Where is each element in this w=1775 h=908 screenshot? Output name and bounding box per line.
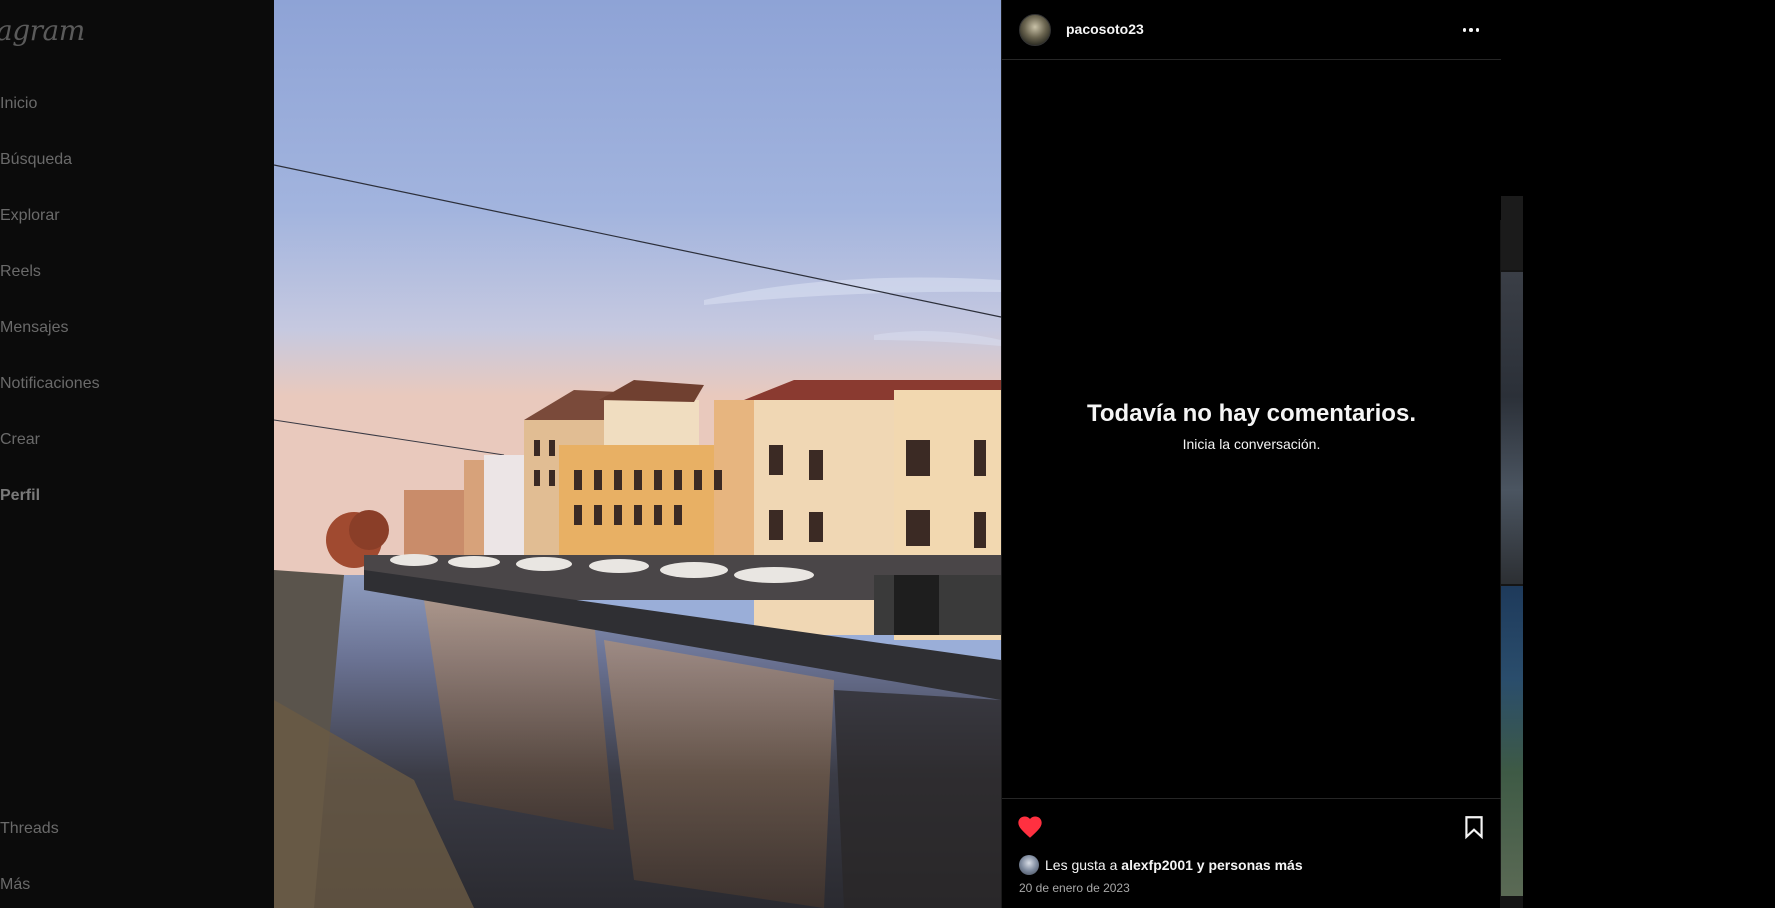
- likes-prefix: Les gusta a: [1045, 857, 1122, 873]
- more-options-button[interactable]: [1457, 16, 1485, 44]
- post-date[interactable]: 20 de enero de 2023: [1019, 881, 1130, 895]
- post-header: pacosoto23: [1002, 0, 1501, 60]
- sidebar: agram Inicio Búsqueda Explorar Reels Men…: [0, 0, 274, 908]
- heart-filled-icon[interactable]: [1016, 813, 1044, 841]
- empty-comments-title: Todavía no hay comentarios.: [1087, 400, 1416, 427]
- sidebar-item-explore[interactable]: Explorar: [0, 207, 60, 225]
- background-thumbnail[interactable]: [1501, 586, 1523, 896]
- likes-others[interactable]: y personas más: [1193, 857, 1303, 873]
- liker-username[interactable]: alexfp2001: [1121, 857, 1193, 873]
- sidebar-item-search[interactable]: Búsqueda: [0, 151, 72, 169]
- canal-photo: [274, 0, 1001, 908]
- sidebar-item-profile[interactable]: Perfil: [0, 487, 40, 505]
- sidebar-item-create[interactable]: Crear: [0, 431, 40, 449]
- post-image: [274, 0, 1001, 908]
- bookmark-icon[interactable]: [1461, 813, 1487, 841]
- post-username[interactable]: pacosoto23: [1066, 21, 1144, 37]
- instagram-logo[interactable]: agram: [0, 14, 85, 47]
- sidebar-item-home[interactable]: Inicio: [0, 95, 37, 113]
- empty-comments: Todavía no hay comentarios. Inicia la co…: [1002, 400, 1501, 452]
- avatar[interactable]: [1019, 14, 1051, 46]
- background-thumbnail[interactable]: [1501, 272, 1523, 584]
- avatar[interactable]: [1019, 855, 1039, 875]
- sidebar-item-reels[interactable]: Reels: [0, 263, 41, 281]
- likes-summary[interactable]: Les gusta a alexfp2001 y personas más: [1019, 855, 1303, 875]
- post-actions: Les gusta a alexfp2001 y personas más 20…: [1002, 798, 1501, 908]
- background-feed-divider: [1501, 196, 1523, 270]
- sidebar-item-notifications[interactable]: Notificaciones: [0, 375, 100, 393]
- empty-comments-subtitle: Inicia la conversación.: [1182, 436, 1321, 452]
- sidebar-item-messages[interactable]: Mensajes: [0, 319, 68, 337]
- more-horizontal-icon: [1462, 28, 1467, 32]
- sidebar-item-more[interactable]: Más: [0, 876, 30, 894]
- post-detail-panel: pacosoto23 Todavía no hay comentarios. I…: [1001, 0, 1501, 908]
- sidebar-item-threads[interactable]: Threads: [0, 820, 59, 838]
